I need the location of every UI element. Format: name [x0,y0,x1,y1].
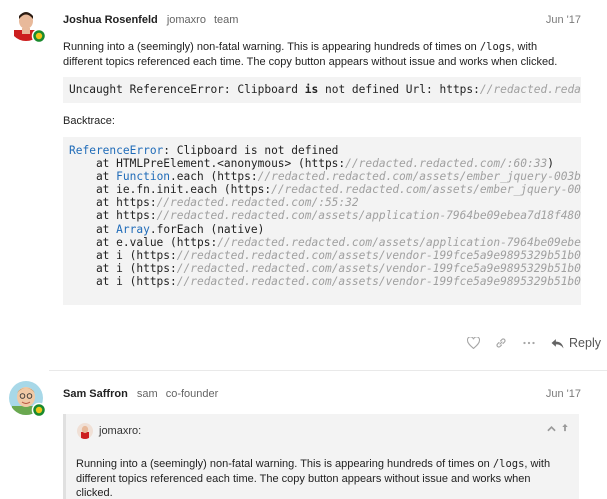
like-button[interactable] [459,331,487,355]
ellipsis-icon [523,341,535,345]
trace-text: at HTMLPreElement.<anonymous> (https: [69,157,346,171]
trace-text: : Clipboard is not defined [163,144,339,157]
post-date[interactable]: Jun '17 [546,388,581,400]
err-mid: not defined Url: https: [318,83,480,96]
trace-text: at https: [69,196,157,210]
link-icon [496,338,506,348]
avatar-image [9,7,47,44]
quote-logs-code: /logs [492,458,525,470]
trace-text: .each (https: [170,170,258,184]
backtrace-code: ReferenceError: Clipboard is not defined… [63,137,581,305]
trace-url: //redacted.redacted.com/assets/vendor-19… [176,248,581,262]
trace-kw: Function [116,170,171,184]
author-name[interactable]: Sam Saffron [63,388,128,400]
post-date[interactable]: Jun '17 [546,14,581,26]
backtrace-label: Backtrace: [63,115,115,127]
author-username[interactable]: jomaxro [167,14,206,26]
err-pre: Uncaught ReferenceError: Clipboard [69,83,305,96]
reply-icon [551,338,564,348]
post-meta: Sam Saffron sam co-founder [63,388,218,400]
trace-text: ) [547,157,554,171]
trace-url: //redacted.redacted.com/:55:32 [156,196,359,210]
author-title: co-founder [165,388,219,400]
trace-url: //redacted.redacted.com/assets/vendor-19… [176,274,581,288]
quote-text-1: Running into a (seemingly) non-fatal war… [76,458,493,470]
quote-header: jomaxro: [77,423,141,439]
avatar-image [9,381,47,418]
trace-url: //redacted.redacted.com/:60:33 [345,157,548,171]
quote-bar [63,414,66,499]
trace-url: //redacted.redacted.com/assets/vendor-19… [176,261,581,275]
quote-text: Running into a (seemingly) non-fatal war… [76,457,569,499]
trace-text: at i (https: [69,261,177,275]
trace-url: //redacted.redacted.com/assets/ember_jqu… [271,183,581,197]
trace-url: //redacted.redacted.com/assets/applicati… [156,209,581,223]
err-is: is [304,83,319,96]
share-button[interactable] [487,331,515,355]
logs-code: /logs [479,41,512,53]
more-button[interactable] [515,331,543,355]
chevron-up-icon[interactable] [547,425,556,432]
reply-label: Reply [569,336,601,350]
intro-text-1: Running into a (seemingly) non-fatal war… [63,41,480,53]
trace-text: at [69,170,117,184]
heart-icon [466,337,480,349]
reply-button[interactable]: Reply [543,331,607,355]
trace-url: //redacted.redacted.com/assets/ember_jqu… [257,170,581,184]
trace-text: at i (https: [69,274,177,288]
trace-url: //redacted.redacted.com/assets/applicati… [217,235,581,249]
trace-text: at i (https: [69,248,177,262]
author-title: team [214,14,239,26]
trace-text: .forEach (native) [149,222,265,236]
err-url: //redacted.redacted.com/assets/ember_jqu… [479,83,581,96]
arrow-up-icon[interactable] [561,423,569,432]
quote-controls [547,423,569,435]
trace-text: at https: [69,209,157,223]
post-body: Joshua Rosenfeld jomaxro team Jun '17 Ru… [49,0,607,371]
trace-kw: Array [116,222,150,236]
post-meta: Joshua Rosenfeld jomaxro team [63,14,238,26]
quote-avatar-image [81,425,89,439]
trace-text: at ie.fn.init.each (https: [69,183,272,197]
trace-text: at e.value (https: [69,235,218,249]
trace-text: at [69,222,117,236]
quote-block: jomaxro: Running into a (seemingly) non-… [63,414,579,499]
post-intro: Running into a (seemingly) non-fatal war… [63,40,579,69]
post-actions: Reply [459,331,607,355]
avatar-sam[interactable] [8,380,48,420]
quote-avatar[interactable] [77,423,93,439]
quote-author[interactable]: jomaxro: [99,425,141,437]
error-code-line: Uncaught ReferenceError: Clipboard is no… [63,77,581,103]
trace-kw: ReferenceError [69,144,164,157]
author-username[interactable]: sam [137,388,158,400]
avatar-jomaxro[interactable] [8,6,48,46]
author-name[interactable]: Joshua Rosenfeld [63,14,158,26]
